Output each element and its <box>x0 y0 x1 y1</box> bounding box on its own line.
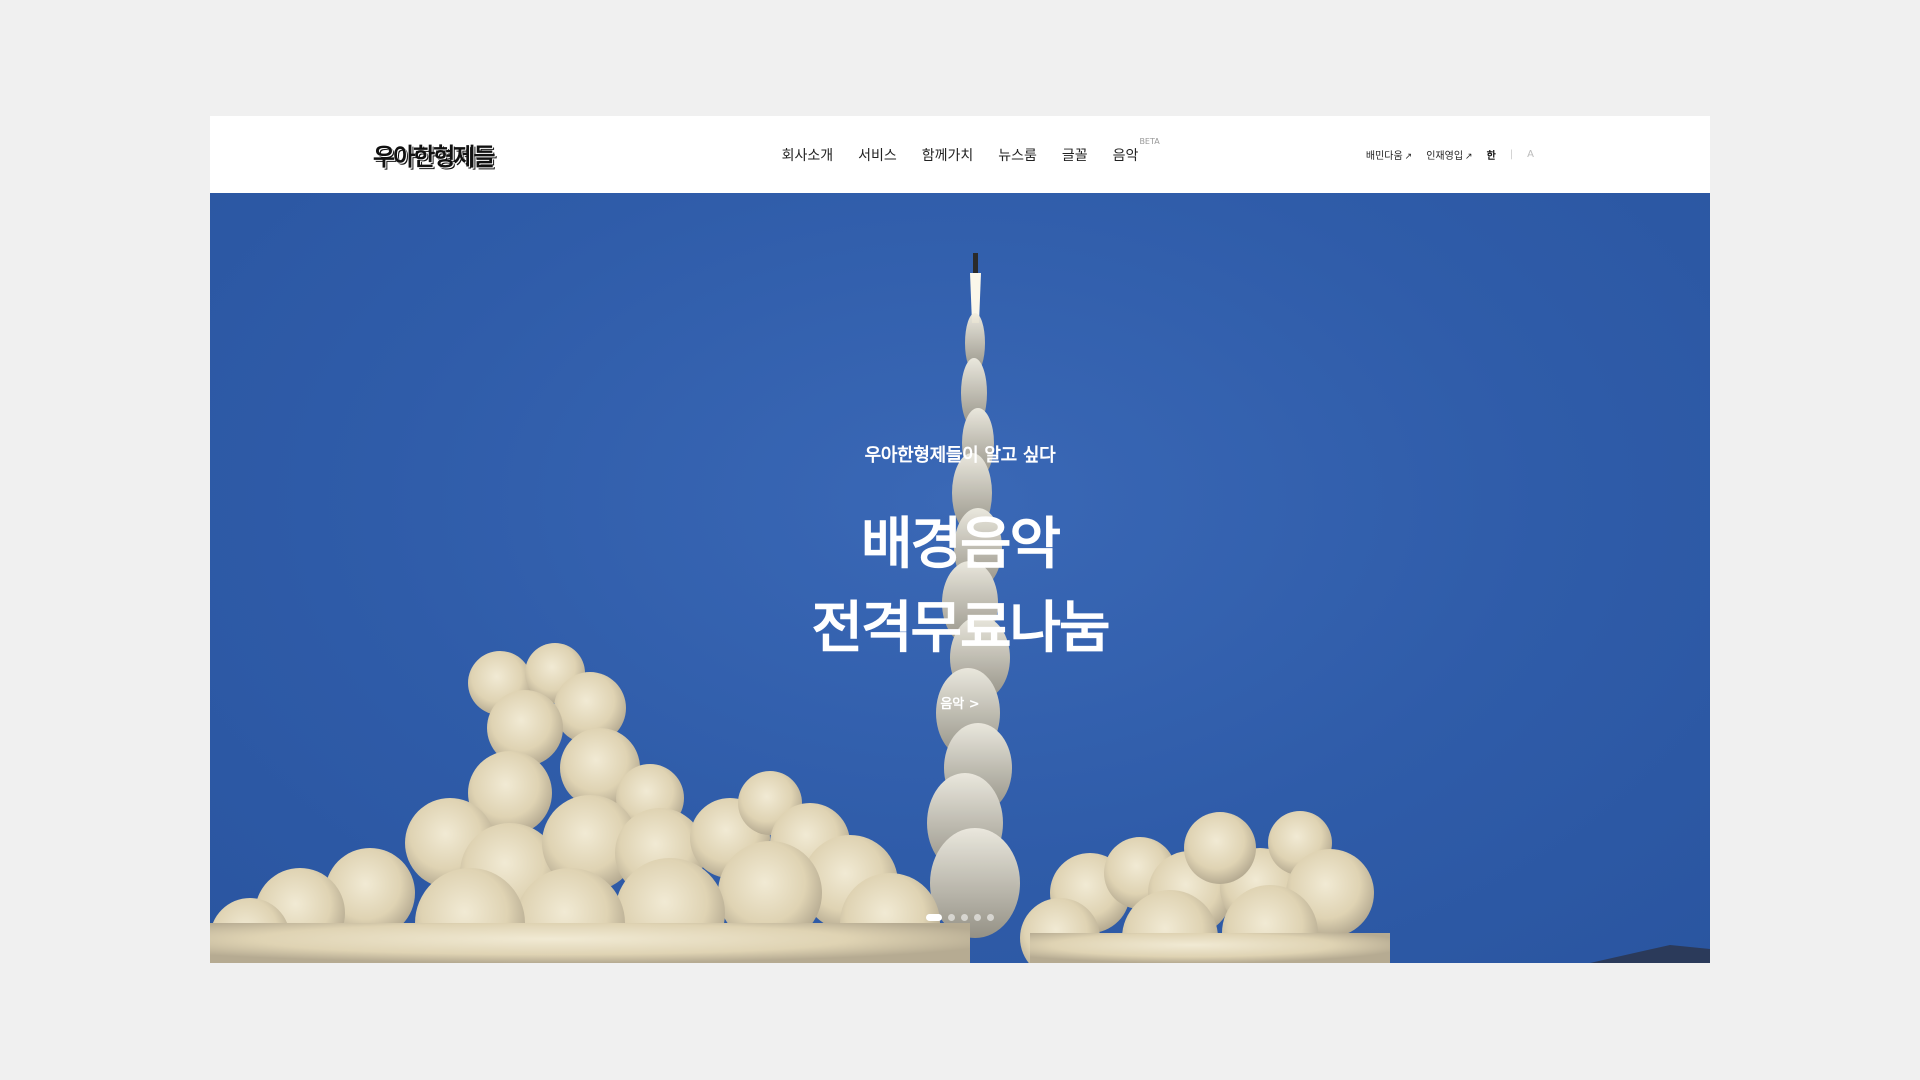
baemin-link-label: 배민다움 <box>1365 151 1403 162</box>
utility-links: 배민다움 ↗ 인재영입 ↗ 한 | A <box>1366 116 1534 193</box>
careers-link[interactable]: 인재영입 ↗ <box>1426 147 1472 162</box>
music-cta-link[interactable]: 음악 > <box>210 693 1710 712</box>
nav-item-music-label: 음악 <box>1112 147 1139 164</box>
baemin-link[interactable]: 배민다움 ↗ <box>1366 147 1412 162</box>
lang-english[interactable]: A <box>1527 149 1534 160</box>
hero-headline-line1: 배경음악 <box>860 512 1061 577</box>
lang-divider: | <box>1509 149 1514 160</box>
beta-badge: BETA <box>1139 136 1160 146</box>
site-header: 우아한형제들 회사소개 서비스 함께가치 뉴스룸 글꼴 음악 BETA 배민다움 ↗… <box>210 116 1710 193</box>
external-link-icon: ↗ <box>1404 152 1413 162</box>
external-link-icon: ↗ <box>1465 152 1473 162</box>
carousel-dot-4[interactable] <box>974 914 981 921</box>
careers-link-label: 인재영입 <box>1426 151 1464 162</box>
nav-item-values[interactable]: 함께가치 <box>922 145 974 165</box>
nav-item-company[interactable]: 회사소개 <box>782 145 834 165</box>
hero-eyebrow: 우아한형제들이 알고 싶다 <box>864 445 1056 466</box>
nav-item-fonts[interactable]: 글꼴 <box>1062 145 1088 165</box>
hero-banner: 우아한형제들이 알고 싶다 배경음악 전격무료나눔 음악 > <box>210 193 1710 963</box>
nav-item-services[interactable]: 서비스 <box>858 145 897 165</box>
carousel-dot-5[interactable] <box>987 914 994 921</box>
carousel-dot-3[interactable] <box>961 914 968 921</box>
nav-item-music[interactable]: 음악 BETA <box>1112 137 1160 165</box>
hero-headline-line2: 전격무료나눔 <box>811 596 1110 661</box>
carousel-dot-2[interactable] <box>948 914 955 921</box>
page-frame: 우아한형제들 회사소개 서비스 함께가치 뉴스룸 글꼴 음악 BETA 배민다움 ↗… <box>210 116 1710 963</box>
hero-copy: 우아한형제들이 알고 싶다 배경음악 전격무료나눔 음악 > <box>210 193 1710 963</box>
carousel-dot-1[interactable] <box>926 914 942 921</box>
lang-korean[interactable]: 한 <box>1487 147 1496 162</box>
nav-item-newsroom[interactable]: 뉴스룸 <box>998 145 1037 165</box>
carousel-pagination <box>210 914 1710 921</box>
